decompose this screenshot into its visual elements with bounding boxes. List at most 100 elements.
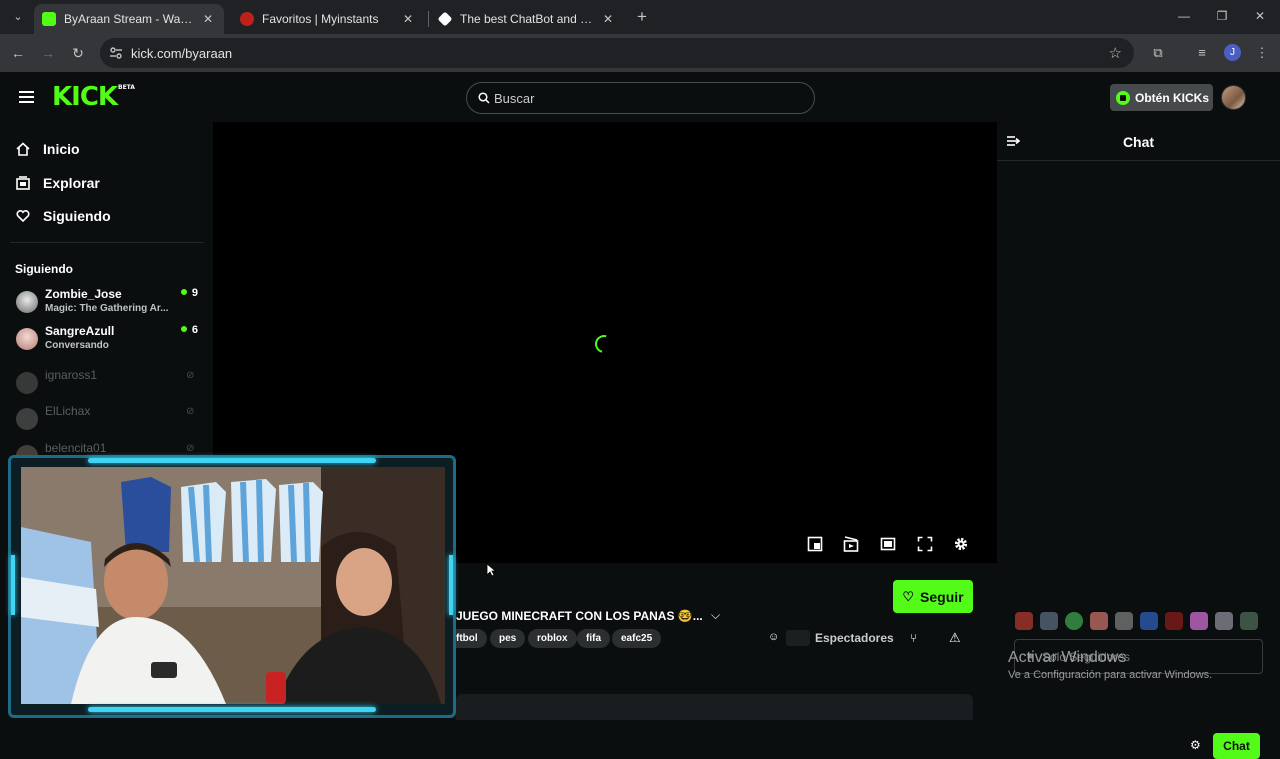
- chevron-down-icon[interactable]: ⌵: [711, 608, 720, 623]
- windows-activation-watermark: Activar Windows Ve a Configuración para …: [1008, 649, 1212, 681]
- beta-badge: BETA: [118, 84, 135, 91]
- get-kicks-button[interactable]: Obtén KICKs: [1110, 84, 1213, 111]
- emote-icon[interactable]: [1240, 612, 1258, 630]
- chat-send-button[interactable]: Chat: [1213, 733, 1260, 759]
- sidebar-item-label: Inicio: [43, 141, 80, 157]
- bookmark-star-icon[interactable]: ☆: [1109, 44, 1122, 62]
- follow-button[interactable]: ♡ Seguir: [893, 580, 973, 613]
- stream-tag[interactable]: pes: [490, 629, 526, 648]
- chat-panel: Chat ■ Solo Seguidores ⚙ Chat: [997, 122, 1280, 759]
- viewer-count: 6: [180, 324, 198, 336]
- browser-tab-chatbot[interactable]: The best ChatBot and Widgets for your St…: [430, 4, 624, 34]
- address-bar[interactable]: kick.com/byaraan ☆: [100, 38, 1134, 68]
- emote-icon[interactable]: [1140, 612, 1158, 630]
- sidebar-item-inicio[interactable]: Inicio: [16, 138, 80, 160]
- window-close-icon[interactable]: ✕: [1247, 6, 1273, 26]
- logo-text: KICK: [52, 82, 118, 112]
- webcam-glow: [449, 555, 453, 615]
- tab-close-icon[interactable]: ✕: [200, 12, 216, 26]
- url-text: kick.com/byaraan: [131, 46, 233, 61]
- forward-icon[interactable]: →: [38, 43, 58, 63]
- hamburger-menu-icon[interactable]: [19, 91, 34, 103]
- stream-tag[interactable]: fifa: [577, 629, 610, 648]
- mini-player-icon[interactable]: [807, 536, 823, 552]
- tab-search-chevron-icon[interactable]: ⌄: [8, 7, 28, 27]
- viewers-icon: ☺: [768, 631, 780, 643]
- webcam-glow: [88, 707, 376, 712]
- following-heading: Siguiendo: [15, 262, 73, 276]
- kick-logo[interactable]: KICK BETA: [52, 82, 135, 112]
- emote-icon[interactable]: [1115, 612, 1133, 630]
- offline-icon: ⊘: [186, 443, 195, 454]
- myinstants-favicon-icon: [240, 12, 254, 26]
- search-input[interactable]: Buscar: [466, 82, 815, 114]
- back-icon[interactable]: ←: [8, 43, 28, 63]
- new-tab-icon[interactable]: +: [632, 7, 652, 27]
- emote-icon[interactable]: [1065, 612, 1083, 630]
- emote-icon[interactable]: [1015, 612, 1033, 630]
- webcam-overlay: [8, 455, 456, 718]
- viewer-count-placeholder: [786, 630, 810, 646]
- emote-icon[interactable]: [1090, 612, 1108, 630]
- site-info-icon[interactable]: [109, 46, 123, 60]
- stream-tag[interactable]: eafc25: [612, 629, 662, 648]
- reload-icon[interactable]: ↻: [68, 43, 88, 63]
- chat-settings-gear-icon[interactable]: ⚙: [1190, 738, 1201, 752]
- webcam-video: [21, 467, 445, 704]
- clip-icon[interactable]: [843, 536, 859, 552]
- avatar: [16, 408, 38, 430]
- sidebar-item-siguiendo[interactable]: Siguiendo: [16, 205, 111, 227]
- loading-spinner-icon: [591, 331, 617, 357]
- browser-tab-myinstants[interactable]: Favoritos | Myinstants ✕: [232, 4, 424, 34]
- live-indicator-icon: [180, 289, 187, 295]
- avatar: [16, 328, 38, 350]
- followed-channel-sangreazull[interactable]: SangreAzull Conversando 6: [16, 324, 202, 360]
- user-avatar[interactable]: [1221, 85, 1246, 110]
- follow-label: Seguir: [920, 588, 964, 605]
- browser-menu-icon[interactable]: ⋮: [1252, 43, 1272, 63]
- emote-icon[interactable]: [1165, 612, 1183, 630]
- heart-icon: [16, 210, 30, 223]
- offline-icon: ⊘: [186, 370, 195, 381]
- emote-icon[interactable]: [1215, 612, 1233, 630]
- search-icon: [478, 92, 490, 104]
- chat-title: Chat: [1122, 134, 1155, 150]
- reading-list-icon[interactable]: ≡: [1192, 43, 1212, 63]
- followed-channel-ignaross1[interactable]: ignaross1 ⊘: [16, 368, 202, 404]
- report-warning-icon[interactable]: ⚠: [949, 630, 961, 646]
- offline-icon: ⊘: [186, 406, 195, 417]
- viewers-label: Espectadores: [815, 631, 894, 645]
- webcam-scene-image: [21, 467, 445, 704]
- avatar: [16, 291, 38, 313]
- theater-mode-icon[interactable]: [880, 536, 896, 552]
- mouse-pointer-icon: [486, 563, 496, 577]
- followed-channel-ellichax[interactable]: ElLichax ⊘: [16, 404, 202, 440]
- stream-tag[interactable]: roblox: [528, 629, 577, 648]
- kick-top-nav: KICK BETA Buscar Obtén KICKs: [0, 72, 1280, 122]
- browser-tab-kick[interactable]: ByAraan Stream - Watch Live on Kick ✕: [34, 4, 224, 34]
- home-icon: [16, 142, 30, 156]
- minimize-icon[interactable]: —: [1171, 6, 1197, 26]
- player-settings-gear-icon[interactable]: [953, 536, 969, 552]
- tab-close-icon[interactable]: ✕: [400, 12, 416, 26]
- sidebar-item-label: Siguiendo: [43, 208, 111, 224]
- browser-profile-avatar[interactable]: J: [1224, 44, 1241, 61]
- search-placeholder: Buscar: [494, 91, 535, 106]
- followed-channel-zombie-jose[interactable]: Zombie_Jose Magic: The Gathering Ar... 9: [16, 287, 202, 323]
- tab-separator: [428, 11, 429, 27]
- viewer-count-value: 6: [191, 324, 198, 336]
- sidebar-item-explorar[interactable]: Explorar: [16, 172, 100, 194]
- heart-outline-icon: ♡: [902, 588, 915, 604]
- channel-name: ignaross1: [45, 368, 98, 382]
- restore-icon[interactable]: ❐: [1209, 6, 1235, 26]
- emote-icon[interactable]: [1190, 612, 1208, 630]
- get-kicks-label: Obtén KICKs: [1135, 90, 1210, 105]
- tab-close-icon[interactable]: ✕: [600, 12, 616, 26]
- fullscreen-icon[interactable]: [917, 536, 933, 552]
- emote-icon[interactable]: [1040, 612, 1058, 630]
- chat-divider: [997, 160, 1280, 161]
- share-icon[interactable]: ⑂: [910, 631, 917, 645]
- watermark-line2: Ve a Configuración para activar Windows.: [1008, 669, 1213, 681]
- extensions-icon[interactable]: ⧉: [1148, 43, 1168, 63]
- avatar: [16, 372, 38, 394]
